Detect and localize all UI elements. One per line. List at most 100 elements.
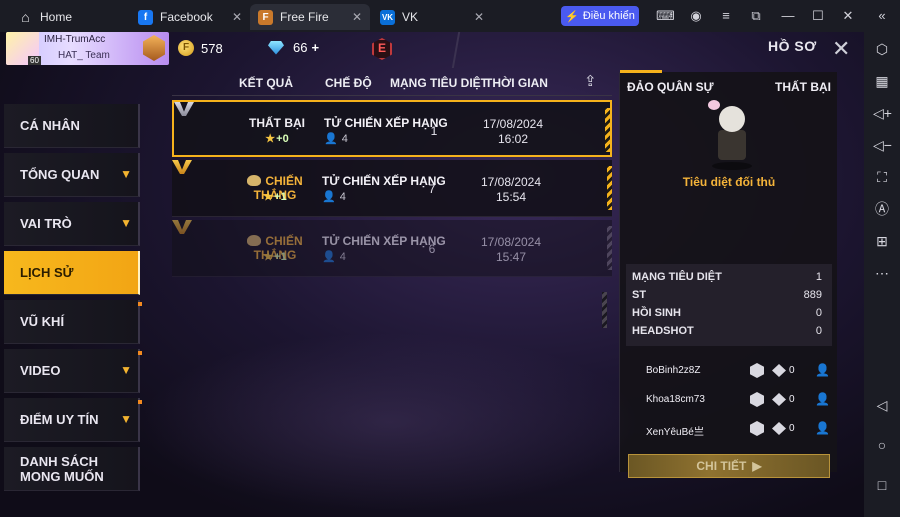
close-tab-icon[interactable]: ✕ (352, 10, 362, 24)
match-points: ★+0 (236, 132, 318, 145)
tab-vk[interactable]: VK VK ✕ (372, 4, 492, 30)
nav-label: CÁ NHÂN (20, 118, 80, 133)
notification-dot (138, 351, 142, 355)
person-icon: 👤 (322, 251, 336, 263)
fullscreen-icon[interactable]: ⛶ (873, 168, 891, 186)
column-header-kills: MẠNG TIÊU DIỆT (390, 76, 488, 90)
keyboard-icon[interactable]: ▦ (873, 72, 891, 90)
nav-diem-uy-tin[interactable]: ĐIỂM UY TÍN ▼ (4, 398, 140, 442)
volume-up-icon[interactable]: ◁+ (873, 104, 892, 122)
nav-tong-quan[interactable]: TỔNG QUAN ▼ (4, 153, 140, 197)
nav-label-line: MONG MUỐN (20, 468, 104, 484)
match-kills: 1 (430, 124, 438, 138)
shield-icon (750, 363, 764, 378)
column-header-time: THỜI GIAN (485, 76, 548, 90)
match-rank-icon (172, 220, 192, 234)
rank-diamond-icon (772, 364, 786, 377)
points-value: +1 (274, 191, 287, 203)
settings-icon[interactable]: ⬡ (873, 40, 891, 58)
panel-accent (620, 70, 662, 73)
match-time: 15:47 (495, 250, 527, 264)
close-tab-icon[interactable]: ✕ (474, 10, 484, 24)
rank-badge-icon (143, 35, 165, 61)
add-friend-icon[interactable]: 👤 (815, 363, 830, 378)
match-result: THẤT BẠI (249, 116, 305, 130)
close-tab-icon[interactable]: ✕ (232, 10, 242, 24)
match-date: 17/08/2024 (480, 235, 542, 249)
recent-apps-icon[interactable]: □ (873, 476, 891, 494)
stat-row: ST 889 (632, 287, 826, 305)
character-head (719, 106, 745, 132)
collapse-sidebar-icon[interactable]: « (874, 8, 890, 24)
account-icon[interactable]: ◉ (688, 8, 704, 24)
nav-video[interactable]: VIDEO ▼ (4, 349, 140, 393)
tab-free-fire[interactable]: F Free Fire ✕ (250, 4, 370, 30)
history-table-header: KẾT QUẢ CHẾ ĐỘ MẠNG TIÊU DIỆT THỜI GIAN (172, 72, 612, 96)
chevron-down-icon: ▼ (120, 167, 132, 181)
elite-pass-badge[interactable]: E (372, 38, 392, 60)
history-row[interactable]: THẤT BẠI ★+0 TỬ CHIẾN XẾP HẠNG 👤 4 1 17/0… (172, 100, 612, 157)
trophy-icon (247, 175, 262, 186)
points-value: +0 (276, 133, 289, 145)
more-options-icon[interactable]: ⋯ (873, 264, 891, 282)
nav-danh-sach-mong-muon[interactable]: DANH SÁCH MONG MUỐN (4, 447, 140, 491)
detail-button-label: CHI TIẾT (696, 459, 747, 473)
minimize-icon[interactable]: — (780, 8, 796, 24)
players-count: 4 (339, 191, 346, 203)
column-header-result: KẾT QUẢ (239, 76, 293, 90)
tab-facebook[interactable]: f Facebook ✕ (130, 4, 250, 30)
gold-balance: F 578 (178, 40, 223, 56)
teammate-row: Khoa18cm73 0 👤 (626, 387, 832, 413)
person-icon: 👤 (324, 133, 338, 145)
match-date: 17/08/2024 (482, 117, 544, 131)
character-body (718, 130, 746, 160)
panel-result: THẤT BẠI (775, 80, 831, 94)
close-window-icon[interactable]: ✕ (840, 8, 856, 24)
teammate-name: BoBinh2z8Z (646, 365, 701, 376)
add-friend-icon[interactable]: 👤 (815, 421, 830, 436)
close-icon[interactable]: ✕ (832, 36, 850, 62)
player-card[interactable]: 60 IMH-TrumAcc HAT_ Team (6, 32, 169, 65)
gamepad-icon[interactable]: ⌨ (656, 8, 675, 24)
history-row[interactable]: CHIẾN THẮNG ★+1 TỬ CHIẾN XẾP HẠNG 👤 4 7 1… (172, 160, 612, 217)
stat-label: HỒI SINH (632, 307, 681, 319)
macro-icon[interactable]: Ⓐ (873, 200, 891, 218)
match-rank-icon (172, 160, 192, 174)
restore-window-icon[interactable]: ⧉ (748, 8, 764, 24)
menu-icon[interactable]: ≡ (718, 8, 734, 24)
gold-amount: 578 (201, 40, 223, 56)
add-diamonds-button[interactable]: + (311, 40, 319, 55)
nav-vai-tro[interactable]: VAI TRÒ ▼ (4, 202, 140, 246)
maximize-icon[interactable]: ☐ (810, 8, 826, 24)
player-guild: HAT_ Team (58, 50, 110, 61)
add-friend-icon[interactable]: 👤 (815, 392, 830, 407)
detail-button[interactable]: CHI TIẾT ▶ (628, 454, 830, 478)
shield-icon (750, 421, 764, 436)
stat-value: 889 (803, 289, 822, 301)
free-fire-icon: F (258, 9, 273, 25)
emulator-sidebar: ⬡ ▦ ◁+ ◁− ⛶ Ⓐ ⊞ ⋯ ◁ ○ □ (864, 32, 900, 517)
nav-lich-su[interactable]: LỊCH SỬ (4, 251, 140, 295)
character-shadow (712, 162, 752, 170)
volume-down-icon[interactable]: ◁− (873, 136, 892, 154)
control-button[interactable]: ⚡ Điều khiển (561, 6, 639, 26)
nav-ca-nhan[interactable]: CÁ NHÂN (4, 104, 140, 148)
vk-icon: VK (380, 9, 395, 25)
share-icon[interactable]: ⇪ (584, 72, 606, 92)
teammate-name: XenYêuBé亗 (646, 427, 704, 438)
match-players: 👤 4 (324, 132, 348, 145)
nav-vu-khi[interactable]: VŨ KHÍ (4, 300, 140, 344)
player-name: IMH-TrumAcc (44, 34, 106, 45)
diamond-balance[interactable]: 66 + (268, 40, 319, 55)
stat-value: 0 (815, 325, 822, 337)
home-circle-icon[interactable]: ○ (873, 436, 891, 454)
history-row[interactable]: CHIẾN THẮNG ★+1 TỬ CHIẾN XẾP HẠNG 👤 4 6 1… (172, 220, 612, 277)
tab-home[interactable]: ⌂ Home (10, 4, 128, 30)
rank-diamond-icon (772, 393, 786, 406)
panel-caption: Tiêu diệt đối thủ (682, 175, 776, 189)
multi-instance-icon[interactable]: ⊞ (873, 232, 891, 250)
teammate-count: 0 (789, 365, 795, 376)
back-icon[interactable]: ◁ (873, 396, 891, 414)
person-icon: 👤 (322, 191, 336, 203)
stat-value: 1 (815, 271, 822, 283)
